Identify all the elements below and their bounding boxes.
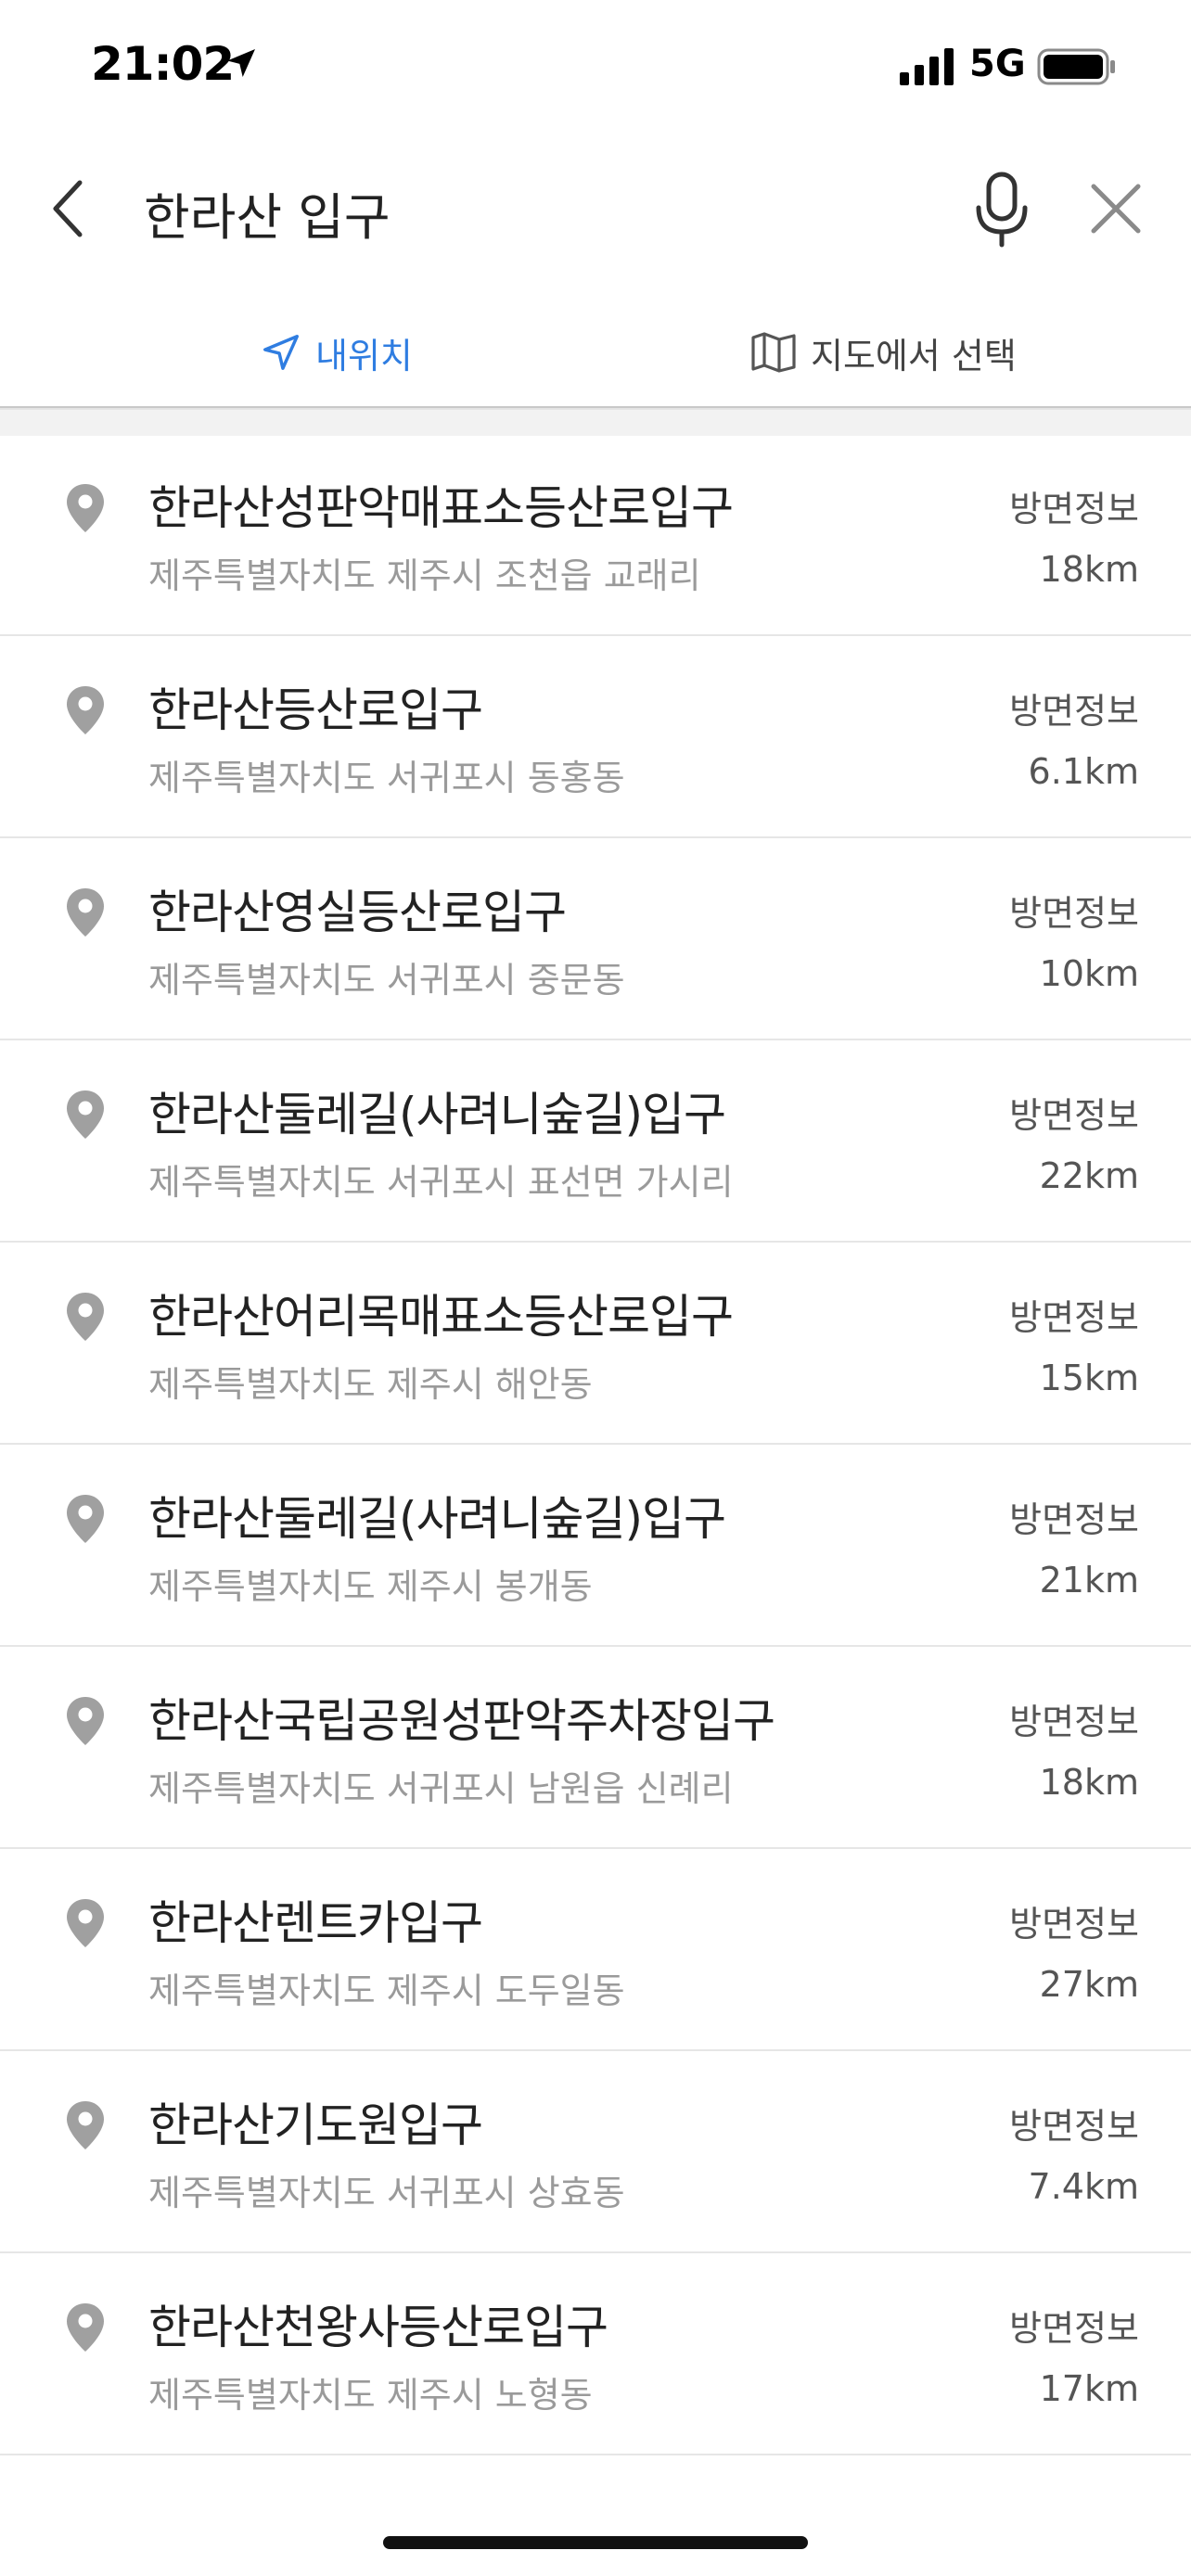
location-pin-icon	[67, 1697, 104, 1745]
place-name: 한라산어리목매표소등산로입구	[148, 1290, 734, 1344]
search-header: 한라산 입구	[0, 139, 1191, 274]
location-pin-icon	[67, 1090, 104, 1139]
place-name: 한라산성판악매표소등산로입구	[148, 481, 734, 535]
place-name: 한라산영실등산로입구	[148, 886, 567, 939]
distance-label: 18km	[1039, 549, 1139, 590]
distance-label: 17km	[1039, 2368, 1139, 2409]
location-pin-icon	[67, 888, 104, 937]
place-address: 제주특별자치도 제주시 도두일동	[148, 1970, 625, 2011]
location-pin-icon	[67, 1293, 104, 1341]
place-address: 제주특별자치도 서귀포시 표선면 가시리	[148, 1162, 734, 1203]
location-pin-icon	[67, 2303, 104, 2352]
search-input[interactable]: 한라산 입구	[144, 176, 391, 249]
location-pin-icon	[67, 1899, 104, 1947]
distance-label: 21km	[1039, 1560, 1139, 1600]
list-item[interactable]: 한라산기도원입구 제주특별자치도 서귀포시 상효동 방면정보 7.4km	[0, 2051, 1191, 2253]
distance-label: 18km	[1039, 1762, 1139, 1803]
list-item[interactable]: 한라산등산로입구 제주특별자치도 서귀포시 동홍동 방면정보 6.1km	[0, 636, 1191, 838]
tab-my-location-label: 내위치	[315, 335, 413, 376]
location-source-tabs: 내위치 지도에서 선택	[0, 297, 1191, 408]
status-bar: 21:02 5G	[0, 0, 1191, 121]
section-gap	[0, 408, 1191, 436]
location-services-icon	[227, 49, 255, 77]
microphone-icon	[976, 172, 1028, 247]
direction-info-link[interactable]: 방면정보	[1009, 1895, 1139, 1946]
cellular-signal-icon	[900, 48, 954, 85]
distance-label: 15km	[1039, 1358, 1139, 1398]
distance-label: 6.1km	[1028, 751, 1139, 792]
list-item[interactable]: 한라산영실등산로입구 제주특별자치도 서귀포시 중문동 방면정보 10km	[0, 838, 1191, 1040]
distance-label: 22km	[1039, 1155, 1139, 1196]
distance-label: 10km	[1039, 953, 1139, 994]
direction-info-link[interactable]: 방면정보	[1009, 682, 1139, 733]
screen: 21:02 5G 한라산 입구 내위치 지도에서 선택 한라산성판악매표소등산로…	[0, 0, 1191, 2576]
list-item[interactable]: 한라산렌트카입구 제주특별자치도 제주시 도두일동 방면정보 27km	[0, 1849, 1191, 2051]
place-name: 한라산국립공원성판악주차장입구	[148, 1694, 775, 1748]
place-address: 제주특별자치도 제주시 조천읍 교래리	[148, 555, 701, 596]
list-item[interactable]: 한라산성판악매표소등산로입구 제주특별자치도 제주시 조천읍 교래리 방면정보 …	[0, 434, 1191, 636]
location-pin-icon	[67, 1495, 104, 1543]
place-address: 제주특별자치도 제주시 노형동	[148, 2375, 593, 2416]
list-item[interactable]: 한라산둘레길(사려니숲길)입구 제주특별자치도 제주시 봉개동 방면정보 21k…	[0, 1445, 1191, 1647]
place-address: 제주특별자치도 서귀포시 동홍동	[148, 758, 625, 798]
battery-icon	[1037, 48, 1115, 85]
place-name: 한라산둘레길(사려니숲길)입구	[148, 1088, 726, 1141]
direction-info-link[interactable]: 방면정보	[1009, 2300, 1139, 2351]
voice-search-button[interactable]	[965, 165, 1039, 253]
chevron-left-icon	[53, 180, 83, 237]
close-icon	[1091, 184, 1141, 234]
direction-info-link[interactable]: 방면정보	[1009, 1087, 1139, 1138]
place-address: 제주특별자치도 서귀포시 상효동	[148, 2173, 625, 2213]
direction-info-link[interactable]: 방면정보	[1009, 1289, 1139, 1340]
direction-info-link[interactable]: 방면정보	[1009, 480, 1139, 531]
location-pin-icon	[67, 2101, 104, 2149]
navigation-arrow-icon	[263, 335, 299, 370]
clear-search-button[interactable]	[1083, 172, 1148, 246]
status-time: 21:02	[91, 37, 235, 91]
list-item[interactable]: 한라산국립공원성판악주차장입구 제주특별자치도 서귀포시 남원읍 신례리 방면정…	[0, 1647, 1191, 1849]
place-name: 한라산기도원입구	[148, 2098, 483, 2152]
place-name: 한라산둘레길(사려니숲길)입구	[148, 1492, 726, 1546]
list-item[interactable]: 한라산천왕사등산로입구 제주특별자치도 제주시 노형동 방면정보 17km	[0, 2253, 1191, 2455]
list-item[interactable]: 한라산둘레길(사려니숲길)입구 제주특별자치도 서귀포시 표선면 가시리 방면정…	[0, 1040, 1191, 1243]
distance-label: 7.4km	[1028, 2166, 1139, 2207]
direction-info-link[interactable]: 방면정보	[1009, 1491, 1139, 1542]
list-item[interactable]: 한라산어리목매표소등산로입구 제주특별자치도 제주시 해안동 방면정보 15km	[0, 1243, 1191, 1445]
place-address: 제주특별자치도 서귀포시 중문동	[148, 960, 625, 1001]
search-results-list: 한라산성판악매표소등산로입구 제주특별자치도 제주시 조천읍 교래리 방면정보 …	[0, 434, 1191, 2455]
location-pin-icon	[67, 484, 104, 532]
tab-select-on-map[interactable]: 지도에서 선택	[749, 315, 1017, 389]
place-address: 제주특별자치도 제주시 봉개동	[148, 1566, 593, 1607]
location-pin-icon	[67, 686, 104, 734]
place-name: 한라산등산로입구	[148, 683, 483, 737]
distance-label: 27km	[1039, 1964, 1139, 2005]
tab-my-location[interactable]: 내위치	[260, 315, 413, 389]
place-address: 제주특별자치도 제주시 해안동	[148, 1364, 593, 1405]
tab-select-on-map-label: 지도에서 선택	[811, 335, 1017, 376]
back-button[interactable]	[41, 172, 96, 246]
place-address: 제주특별자치도 서귀포시 남원읍 신례리	[148, 1768, 734, 1809]
direction-info-link[interactable]: 방면정보	[1009, 2098, 1139, 2149]
direction-info-link[interactable]: 방면정보	[1009, 885, 1139, 936]
direction-info-link[interactable]: 방면정보	[1009, 1693, 1139, 1744]
home-indicator[interactable]	[383, 2536, 808, 2549]
place-name: 한라산렌트카입구	[148, 1896, 483, 1950]
place-name: 한라산천왕사등산로입구	[148, 2301, 608, 2354]
network-type-label: 5G	[969, 43, 1026, 85]
map-icon	[751, 332, 796, 373]
